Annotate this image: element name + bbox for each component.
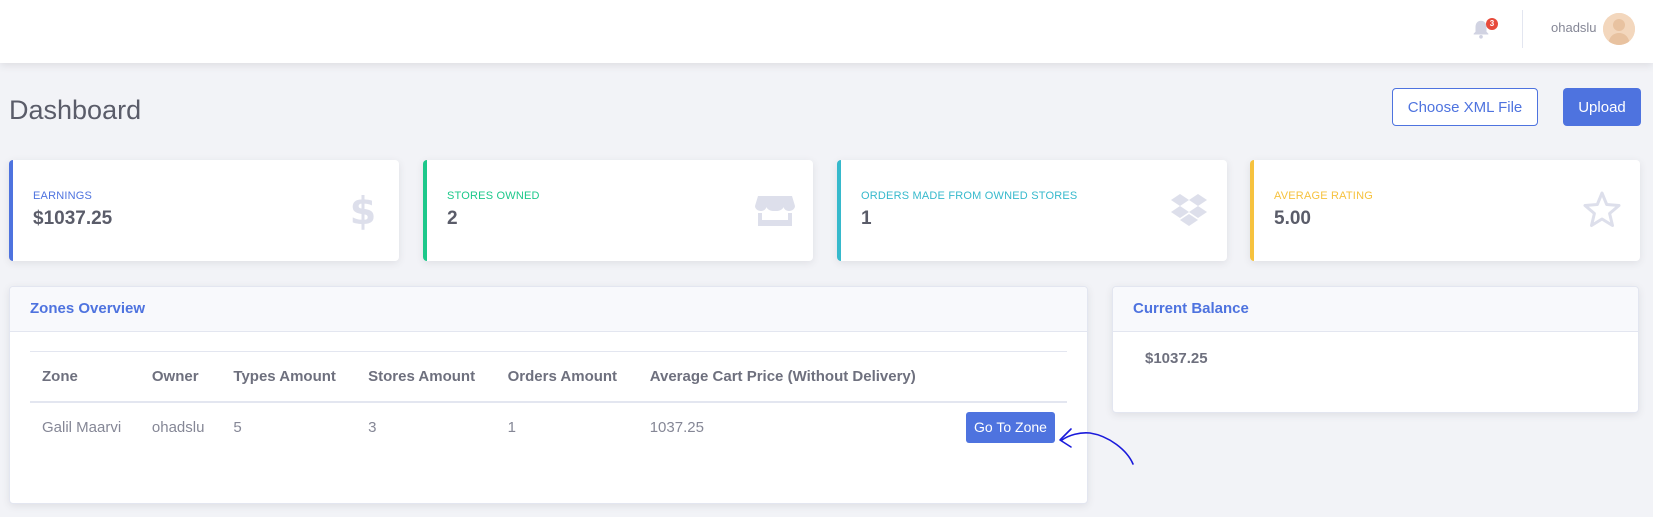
column-header: Stores Amount — [356, 351, 496, 403]
average-cart-price-cell: 1037.25 — [649, 418, 704, 436]
earnings-label: EARNINGS — [33, 190, 93, 202]
column-header: Types Amount — [221, 351, 357, 403]
page-title: Dashboard — [9, 95, 142, 125]
stores-owned-card: STORES OWNED 2 — [423, 160, 813, 261]
svg-text:$: $ — [350, 190, 376, 230]
types-amount-cell: 5 — [233, 418, 242, 436]
orders-value: 1 — [861, 208, 872, 229]
earnings-value: $1037.25 — [33, 208, 113, 229]
column-header: Orders Amount — [495, 351, 638, 403]
star-icon — [1583, 191, 1621, 227]
zone-cell: Galil Maarvi — [42, 418, 122, 436]
store-icon — [755, 196, 795, 226]
average-rating-card: AVERAGE RATING 5.00 — [1250, 160, 1640, 261]
choose-xml-file-button[interactable]: Choose XML File — [1392, 88, 1538, 126]
upload-button[interactable]: Upload — [1563, 88, 1641, 126]
go-to-zone-button[interactable]: Go To Zone — [966, 411, 1055, 443]
average-rating-value: 5.00 — [1274, 208, 1311, 229]
stores-amount-cell: 3 — [368, 418, 377, 436]
stores-owned-label: STORES OWNED — [447, 190, 540, 202]
table-row: Galil Maarvi ohadslu 5 3 1 1037.25 Go To… — [30, 402, 1067, 452]
column-header: Owner — [139, 351, 222, 403]
earnings-card: EARNINGS $1037.25 $ — [9, 160, 399, 261]
notification-badge: 3 — [1486, 18, 1498, 30]
orders-amount-cell: 1 — [507, 418, 516, 436]
current-balance-panel: Current Balance $1037.25 — [1112, 286, 1639, 413]
column-header: Average Cart Price (Without Delivery) — [637, 351, 947, 403]
zones-overview-title: Zones Overview — [10, 287, 1087, 332]
topbar: 3 ohadslu — [0, 0, 1653, 63]
owner-cell: ohadslu — [151, 418, 205, 436]
column-header: Zone — [30, 351, 140, 403]
column-header-action — [946, 351, 1067, 403]
action-cell: Go To Zone — [947, 402, 1067, 452]
zones-overview-panel: Zones Overview Zone Owner Types Amount S… — [9, 286, 1088, 504]
annotation-arrow — [1059, 428, 1134, 465]
table-header-row: Zone Owner Types Amount Stores Amount Or… — [30, 351, 1067, 403]
orders-card: ORDERS MADE FROM OWNED STORES 1 — [837, 160, 1227, 261]
topbar-divider — [1522, 10, 1523, 48]
average-rating-label: AVERAGE RATING — [1274, 190, 1373, 202]
dropbox-icon — [1171, 194, 1207, 226]
orders-label: ORDERS MADE FROM OWNED STORES — [861, 190, 1078, 202]
username[interactable]: ohadslu — [1551, 20, 1597, 35]
dollar-icon: $ — [350, 190, 376, 230]
current-balance-value: $1037.25 — [1145, 350, 1208, 367]
stores-owned-value: 2 — [447, 208, 458, 229]
user-avatar[interactable] — [1603, 13, 1635, 45]
zones-table: Zone Owner Types Amount Stores Amount Or… — [30, 351, 1067, 452]
current-balance-title: Current Balance — [1113, 287, 1638, 332]
